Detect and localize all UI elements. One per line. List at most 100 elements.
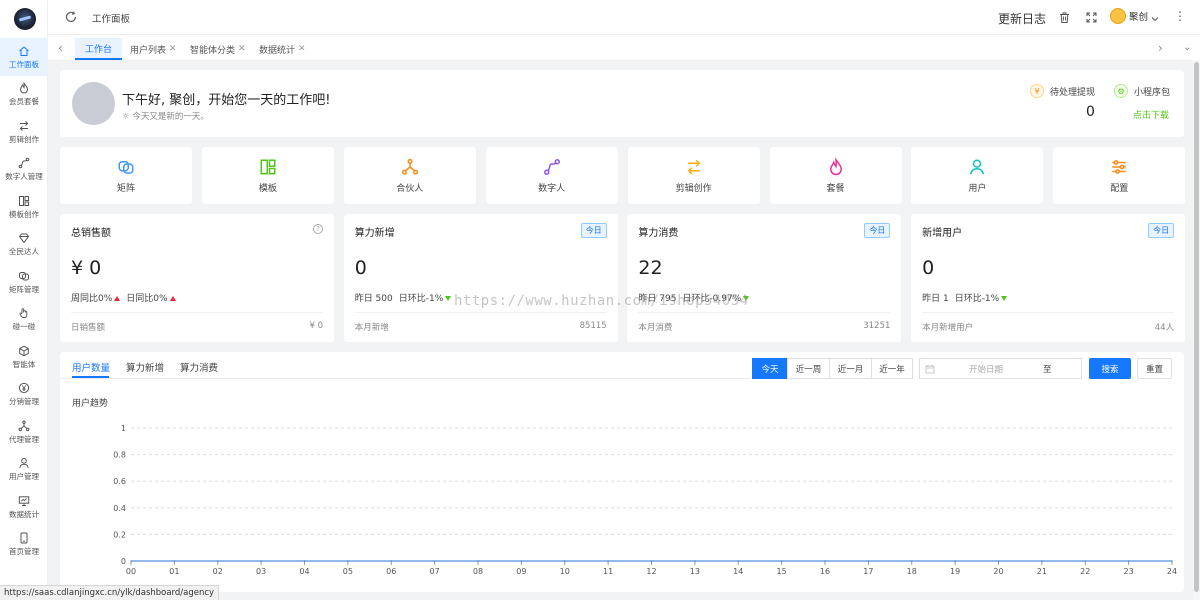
- tab-data-stats[interactable]: 数据统计 ✕: [259, 38, 306, 60]
- quick-link-0[interactable]: 矩阵: [60, 147, 192, 204]
- tab-label: 用户列表: [130, 45, 167, 56]
- data-point: [390, 560, 393, 562]
- sidebar-item-7[interactable]: 碰一碰: [0, 301, 48, 339]
- update-log-link[interactable]: 更新日志: [998, 10, 1046, 27]
- sidebar-item-3[interactable]: 数字人管理: [0, 151, 48, 189]
- compare-item: 昨日 1: [922, 291, 949, 304]
- sidebar-item-2[interactable]: 剪辑创作: [0, 113, 48, 151]
- tab-workbench[interactable]: 工作台: [75, 38, 123, 60]
- x-tick-label: 17: [863, 567, 873, 576]
- welcome-card: 下午好, 聚创，开始您一天的工作吧! ☼ 今天又是新的一天。 ¥ 待处理提现 0…: [60, 70, 1184, 137]
- app-logo[interactable]: [14, 8, 36, 30]
- tab-user-list[interactable]: 用户列表 ✕: [130, 38, 177, 60]
- scrollbar[interactable]: [1193, 60, 1200, 600]
- stat-title: 新增用户: [922, 228, 963, 239]
- quick-link-3[interactable]: 数字人: [485, 147, 618, 204]
- stat-value: 0: [354, 257, 367, 279]
- sidebar-item-6[interactable]: 矩阵管理: [0, 263, 48, 301]
- sidebar-item-13[interactable]: 首页管理: [0, 526, 48, 564]
- fire-icon: [18, 82, 30, 94]
- tab-label: 数据统计: [259, 45, 296, 56]
- chevron-down-icon[interactable]: ⌄: [1183, 42, 1191, 53]
- home-icon: [18, 45, 30, 57]
- tab-agent-category[interactable]: 智能体分类 ✕: [190, 38, 246, 60]
- stat-foot-label: 本月新增用户: [922, 323, 974, 333]
- trend-up-icon: [114, 296, 121, 301]
- compare-text: 周同比0%: [71, 294, 113, 304]
- stat-compare: 昨日 500 日环比-1%: [355, 291, 452, 304]
- quick-link-4[interactable]: 剪辑创作: [627, 147, 760, 204]
- close-icon[interactable]: ✕: [169, 44, 177, 54]
- user-menu[interactable]: 聚创: [1110, 8, 1159, 24]
- sidebar-item-label: 数字人管理: [5, 172, 43, 182]
- greeting-subtitle: ☼ 今天又是新的一天。: [122, 110, 209, 122]
- chart-panel: 用户数量 算力新增 算力消费 今天 近一周 近一月 近一年 开始日期 至 搜索 …: [60, 352, 1184, 592]
- stat-value: 0: [922, 257, 935, 279]
- compare-text: 日环比-1%: [398, 294, 444, 304]
- quick-link-label: 合伙人: [396, 183, 424, 194]
- sidebar-item-label: 分销管理: [9, 397, 39, 407]
- quick-link-label: 矩阵: [116, 183, 135, 194]
- phone-icon: [18, 532, 30, 544]
- x-tick-label: 20: [993, 567, 1003, 576]
- sidebar-item-10[interactable]: 代理管理: [0, 413, 48, 451]
- stat-foot-value: ¥ 0: [309, 321, 323, 331]
- matrix-icon: [117, 158, 135, 176]
- quick-link-2[interactable]: 合伙人: [343, 147, 476, 204]
- stat-title: 算力消费: [638, 228, 679, 239]
- diamond-icon: [18, 232, 30, 244]
- switch-icon: [685, 158, 703, 176]
- stat-foot-label: 本月新增: [354, 323, 389, 333]
- sidebar-item-label: 剪辑创作: [9, 134, 39, 144]
- compare-text: 昨日 1: [922, 294, 949, 304]
- quick-link-6[interactable]: 用户: [911, 147, 1044, 204]
- quick-link-1[interactable]: 模板: [201, 147, 334, 204]
- x-tick-label: 19: [950, 567, 960, 576]
- x-tick-label: 22: [1080, 567, 1090, 576]
- help-icon[interactable]: ?: [313, 224, 323, 234]
- chevron-right-icon[interactable]: ›: [1158, 41, 1163, 55]
- pending-label: 待处理提现: [1050, 87, 1096, 98]
- tab-label: 工作台: [85, 44, 113, 55]
- scrollbar-thumb[interactable]: [1194, 62, 1199, 592]
- pending-withdrawals[interactable]: ¥ 待处理提现: [1030, 84, 1095, 98]
- sidebar-item-0[interactable]: 工作面板: [0, 38, 48, 76]
- sidebar-item-5[interactable]: 全民达人: [0, 226, 48, 264]
- divider: [354, 312, 607, 313]
- stat-compare: 周同比0% 日同比0%: [71, 291, 176, 304]
- sidebar-item-1[interactable]: 会员套餐: [0, 76, 48, 114]
- data-point: [1127, 560, 1130, 562]
- sidebar-item-12[interactable]: 数据统计: [0, 488, 48, 526]
- quick-link-5[interactable]: 套餐: [769, 147, 902, 204]
- data-point: [347, 560, 349, 562]
- fullscreen-icon[interactable]: [1085, 11, 1098, 24]
- data-point: [1041, 560, 1043, 562]
- close-icon[interactable]: ✕: [238, 44, 246, 54]
- tab-label: 智能体分类: [190, 45, 236, 56]
- close-icon[interactable]: ✕: [298, 44, 306, 54]
- more-vertical-icon[interactable]: ⋮: [1174, 10, 1186, 22]
- x-tick-label: 08: [473, 567, 483, 576]
- chevron-left-icon[interactable]: ‹: [58, 41, 63, 55]
- sidebar-item-4[interactable]: 模板创作: [0, 188, 48, 226]
- sidebar-item-9[interactable]: 分销管理: [0, 376, 48, 414]
- trash-icon[interactable]: [1058, 11, 1071, 24]
- data-point: [1084, 560, 1087, 562]
- y-tick-label: 1: [121, 424, 126, 433]
- stat-card: 新增用户 今日 0 昨日 1 日环比-1% 本月新增用户 44人: [911, 214, 1186, 342]
- fire-icon: [827, 157, 845, 176]
- x-tick-label: 00: [126, 567, 136, 576]
- subtitle-text: 今天又是新的一天。: [132, 112, 209, 122]
- data-point: [173, 560, 176, 562]
- x-tick-label: 18: [907, 567, 917, 576]
- x-tick-label: 03: [256, 567, 266, 576]
- sidebar-item-11[interactable]: 用户管理: [0, 451, 48, 489]
- sidebar-item-8[interactable]: 智能体: [0, 338, 48, 376]
- x-tick-label: 05: [343, 567, 353, 576]
- quick-link-7[interactable]: 配置: [1053, 147, 1186, 204]
- refresh-icon[interactable]: [64, 10, 78, 24]
- data-point: [1171, 560, 1173, 562]
- compare-item: 日环比-1%: [399, 291, 452, 304]
- download-link[interactable]: 点击下载: [1133, 108, 1169, 121]
- user-trend-chart: 0 0.2 0.4 0.6 0.8 1 00 01 02 03 04 05 06 07 08 09 10 11 12…: [113, 424, 1177, 576]
